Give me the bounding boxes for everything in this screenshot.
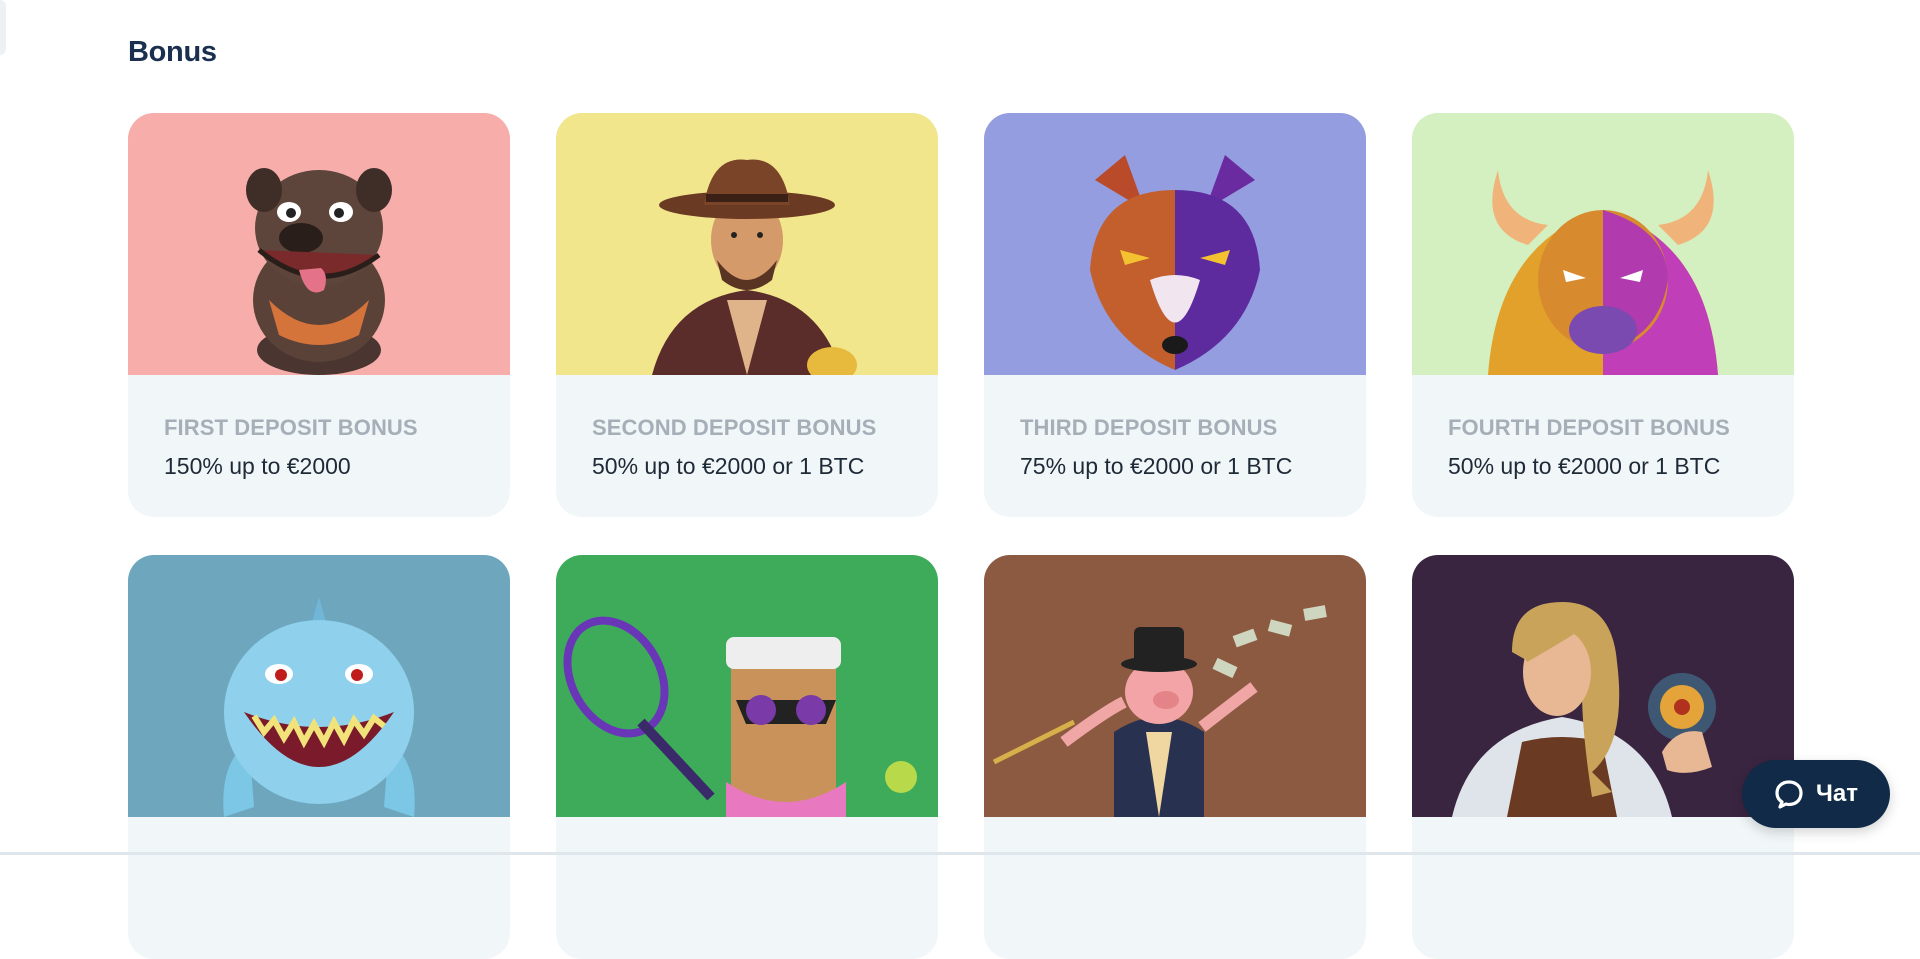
card-title: SECOND DEPOSIT BONUS (592, 415, 877, 440)
bonus-card-eighth[interactable] (1412, 555, 1794, 959)
card-title: FOURTH DEPOSIT BONUS (1448, 415, 1730, 440)
card-description: 75% up to €2000 or 1 BTC (1020, 453, 1293, 479)
bonus-card-fifth[interactable] (128, 555, 510, 959)
card-image (1412, 555, 1794, 817)
card-body: FOURTH DEPOSIT BONUS 50% up to €2000 or … (1412, 375, 1794, 480)
card-image (556, 555, 938, 817)
card-image (556, 113, 938, 375)
dog-character-image (246, 168, 392, 375)
bison-character-image (1488, 170, 1718, 375)
card-title: FIRST DEPOSIT BONUS (164, 415, 418, 440)
card-body: SECOND DEPOSIT BONUS 50% up to €2000 or … (556, 375, 938, 480)
wolf-character-image (1090, 155, 1260, 370)
bonus-card-first[interactable]: FIRST DEPOSIT BONUS 150% up to €2000 (128, 113, 510, 517)
bonus-card-third[interactable]: THIRD DEPOSIT BONUS 75% up to €2000 or 1… (984, 113, 1366, 517)
card-image (984, 555, 1366, 817)
bonus-card-sixth[interactable] (556, 555, 938, 959)
shark-character-image (223, 597, 415, 817)
bonus-card-second[interactable]: SECOND DEPOSIT BONUS 50% up to €2000 or … (556, 113, 938, 517)
card-description: 50% up to €2000 or 1 BTC (1448, 453, 1721, 479)
card-title: THIRD DEPOSIT BONUS (1020, 415, 1278, 440)
card-description: 150% up to €2000 (164, 453, 351, 479)
card-image (128, 113, 510, 375)
left-edge-tab (0, 0, 6, 55)
chat-label: Чат (1816, 780, 1858, 807)
card-body (128, 817, 510, 869)
bonus-card-fourth[interactable]: FOURTH DEPOSIT BONUS 50% up to €2000 or … (1412, 113, 1794, 517)
cowboy-character-image (652, 159, 857, 375)
card-image (984, 113, 1366, 375)
card-description: 50% up to €2000 or 1 BTC (592, 453, 865, 479)
chat-button[interactable]: Чат (1742, 760, 1890, 828)
adventurer-woman-character-image (1452, 602, 1716, 817)
card-body: THIRD DEPOSIT BONUS 75% up to €2000 or 1… (984, 375, 1366, 480)
card-body (984, 817, 1366, 869)
tiki-tennis-character-image (563, 616, 917, 817)
card-body: FIRST DEPOSIT BONUS 150% up to €2000 (128, 375, 510, 480)
card-image (128, 555, 510, 817)
bonus-grid: FIRST DEPOSIT BONUS 150% up to €2000 SEC… (128, 113, 1794, 959)
card-body (556, 817, 938, 869)
section-title: Bonus (128, 36, 217, 68)
chat-bubble-icon (1775, 780, 1803, 809)
card-body (1412, 817, 1794, 869)
pig-banker-character-image (992, 605, 1327, 817)
card-image (1412, 113, 1794, 375)
bonus-card-seventh[interactable] (984, 555, 1366, 959)
